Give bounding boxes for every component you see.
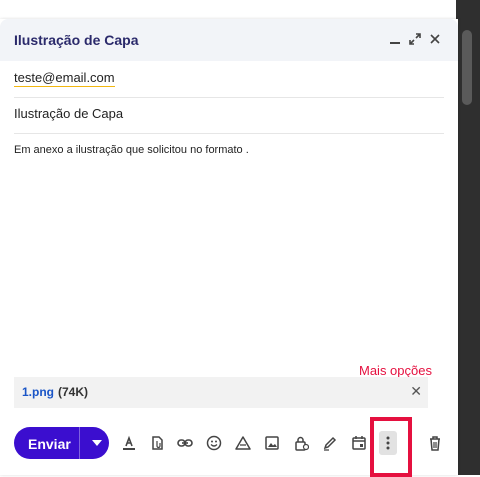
trash-icon[interactable]: [426, 434, 444, 452]
remove-attachment-icon[interactable]: ✕: [410, 383, 422, 400]
attachment-size: (74K): [58, 385, 89, 399]
link-icon[interactable]: [176, 434, 194, 452]
confidential-lock-icon[interactable]: [292, 434, 310, 452]
compose-title: Ilustração de Capa: [14, 32, 139, 48]
image-icon[interactable]: [263, 434, 281, 452]
compose-window: Ilustração de Capa teste@email.com Ilust…: [0, 19, 458, 477]
attach-file-icon[interactable]: [148, 434, 166, 452]
send-label: Enviar: [28, 436, 71, 452]
compose-header: Ilustração de Capa: [0, 19, 458, 61]
more-options-hint: Mais opções: [359, 363, 432, 378]
schedule-calendar-icon[interactable]: [350, 434, 368, 452]
to-field[interactable]: teste@email.com: [14, 61, 444, 98]
recipient-chip[interactable]: teste@email.com: [14, 70, 115, 87]
subject-field[interactable]: Ilustração de Capa: [14, 97, 444, 134]
header-controls: [386, 28, 444, 50]
send-options-icon[interactable]: [84, 427, 109, 459]
compose-toolbar: Enviar: [0, 417, 458, 477]
attachment-name[interactable]: 1.png: [22, 385, 54, 399]
scrollbar[interactable]: [462, 30, 472, 105]
send-divider: [79, 427, 80, 459]
subject-text: Ilustração de Capa: [14, 106, 124, 121]
highlight-annotation: [370, 417, 412, 477]
formatting-icon[interactable]: [120, 434, 138, 452]
close-icon[interactable]: [426, 28, 444, 50]
attachment-chip[interactable]: 1.png (74K) ✕: [14, 377, 428, 408]
emoji-icon[interactable]: [205, 434, 223, 452]
send-button[interactable]: Enviar: [14, 427, 109, 459]
minimize-icon[interactable]: [386, 28, 404, 50]
signature-pen-icon[interactable]: [321, 434, 339, 452]
expand-icon[interactable]: [406, 28, 424, 50]
drive-icon[interactable]: [234, 434, 252, 452]
message-body[interactable]: Em anexo a ilustração que solicitou no f…: [14, 144, 249, 156]
